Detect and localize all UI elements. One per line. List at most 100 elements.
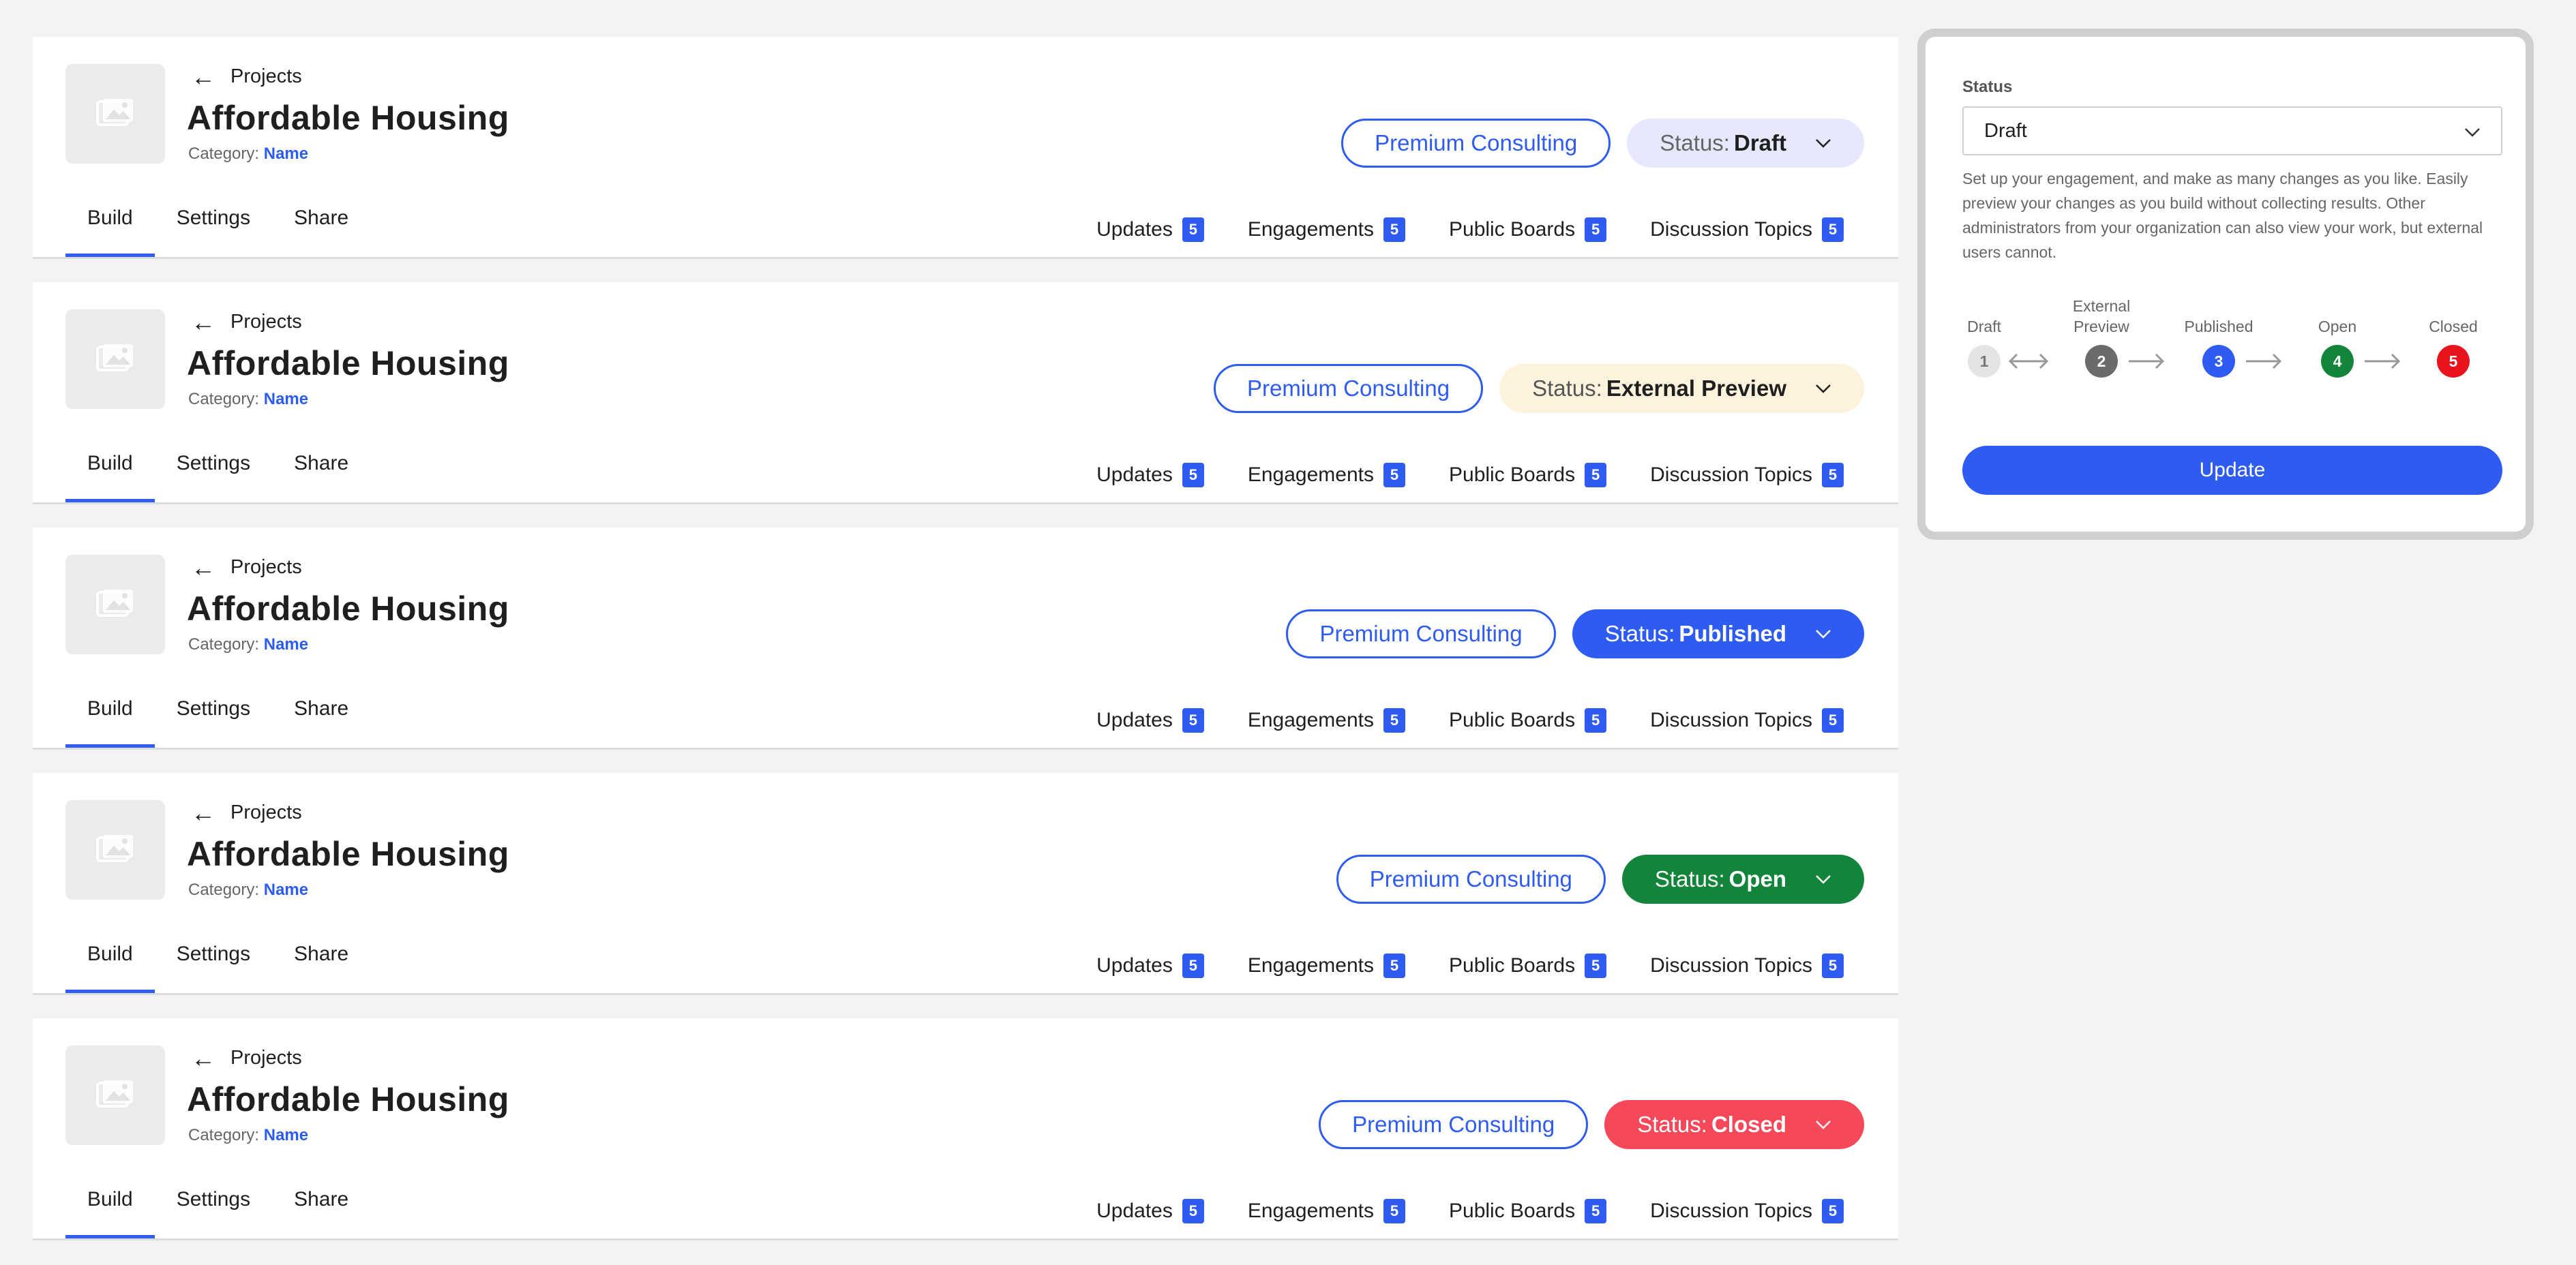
count-engagements[interactable]: Engagements 5 [1248, 463, 1405, 487]
status-prefix: Status: [1604, 621, 1675, 646]
card-actions: Premium Consulting Status: Closed [1319, 1100, 1864, 1149]
premium-consulting-button[interactable]: Premium Consulting [1286, 609, 1556, 658]
count-updates[interactable]: Updates 5 [1096, 1199, 1204, 1223]
count-badge: 5 [1822, 708, 1844, 733]
status-dropdown-button[interactable]: Status: External Preview [1499, 364, 1864, 413]
chevron-down-icon [1815, 874, 1831, 884]
tab-share[interactable]: Share [272, 690, 370, 748]
card-tabs: Build Settings Share [65, 936, 370, 993]
tab-settings[interactable]: Settings [155, 690, 272, 748]
count-badge: 5 [1383, 954, 1405, 978]
category-name-link[interactable]: Name [264, 635, 308, 654]
project-card: ← Projects Affordable Housing Category: … [33, 37, 1898, 259]
count-label: Engagements [1247, 218, 1374, 241]
image-placeholder-icon [65, 309, 165, 409]
back-label: Projects [230, 65, 302, 87]
status-description: Set up your engagement, and make as many… [1962, 170, 2483, 261]
category-name-link[interactable]: Name [264, 390, 308, 408]
back-link[interactable]: ← Projects [191, 800, 302, 825]
step-label: External Preview [2072, 297, 2131, 335]
premium-consulting-button[interactable]: Premium Consulting [1336, 855, 1606, 904]
tab-share[interactable]: Share [272, 936, 370, 993]
project-card: ← Projects Affordable Housing Category: … [33, 1018, 1898, 1240]
tab-share[interactable]: Share [272, 445, 370, 502]
count-badge: 5 [1585, 954, 1607, 978]
premium-consulting-button[interactable]: Premium Consulting [1319, 1100, 1589, 1149]
count-label: Updates [1096, 218, 1173, 241]
category-name-link[interactable]: Name [264, 1126, 308, 1144]
tab-build[interactable]: Build [65, 1181, 155, 1238]
card-tabs: Build Settings Share [65, 200, 370, 257]
status-value: External Preview [1606, 376, 1786, 401]
count-discussion-topics[interactable]: Discussion Topics 5 [1650, 708, 1844, 733]
tab-share[interactable]: Share [272, 200, 370, 257]
status-dropdown-button[interactable]: Status: Draft [1627, 119, 1864, 168]
count-discussion-topics[interactable]: Discussion Topics 5 [1650, 217, 1844, 242]
status-select[interactable]: Draft [1962, 106, 2502, 155]
back-label: Projects [230, 1047, 302, 1069]
count-engagements[interactable]: Engagements 5 [1248, 217, 1405, 242]
step-number: 1 [1968, 345, 2001, 378]
category-prefix: Category: [188, 881, 260, 899]
category-name-link[interactable]: Name [264, 881, 308, 899]
chevron-down-icon [2464, 120, 2481, 142]
back-label: Projects [230, 802, 302, 823]
tab-build[interactable]: Build [65, 690, 155, 748]
count-discussion-topics[interactable]: Discussion Topics 5 [1650, 463, 1844, 487]
back-link[interactable]: ← Projects [191, 555, 302, 579]
count-updates[interactable]: Updates 5 [1096, 708, 1204, 733]
back-link[interactable]: ← Projects [191, 309, 302, 334]
count-public-boards[interactable]: Public Boards 5 [1449, 217, 1607, 242]
status-dropdown-button[interactable]: Status: Published [1572, 609, 1864, 658]
arrow-right-icon [2242, 352, 2284, 374]
step-number: 2 [2085, 345, 2118, 378]
category-name-link[interactable]: Name [264, 144, 308, 163]
count-engagements[interactable]: Engagements 5 [1248, 954, 1405, 978]
tab-settings[interactable]: Settings [155, 1181, 272, 1238]
count-public-boards[interactable]: Public Boards 5 [1449, 463, 1607, 487]
back-label: Projects [230, 556, 302, 578]
status-steps: Draft 1 External Preview 2 Published 3 O… [1962, 296, 2508, 378]
step-label: Published [2184, 318, 2253, 335]
tab-settings[interactable]: Settings [155, 445, 272, 502]
arrow-left-icon: ← [191, 62, 215, 91]
count-discussion-topics[interactable]: Discussion Topics 5 [1650, 1199, 1844, 1223]
tab-share[interactable]: Share [272, 1181, 370, 1238]
card-actions: Premium Consulting Status: Published [1286, 609, 1864, 658]
tab-build[interactable]: Build [65, 936, 155, 993]
project-title: Affordable Housing [187, 835, 509, 873]
count-engagements[interactable]: Engagements 5 [1248, 1199, 1405, 1223]
category-line: Category: Name [188, 390, 308, 409]
back-link[interactable]: ← Projects [191, 62, 302, 91]
card-actions: Premium Consulting Status: Draft [1341, 119, 1864, 168]
count-badge: 5 [1585, 217, 1607, 242]
status-dropdown-button[interactable]: Status: Closed [1604, 1100, 1864, 1149]
double-arrow-icon [2007, 352, 2050, 374]
update-button[interactable]: Update [1962, 446, 2502, 495]
count-updates[interactable]: Updates 5 [1096, 954, 1204, 978]
count-engagements[interactable]: Engagements 5 [1248, 708, 1405, 733]
count-updates[interactable]: Updates 5 [1096, 217, 1204, 242]
premium-consulting-button[interactable]: Premium Consulting [1341, 119, 1611, 168]
card-tabs: Build Settings Share [65, 1181, 370, 1238]
step-label: Open [2318, 318, 2357, 335]
card-actions: Premium Consulting Status: External Prev… [1213, 364, 1864, 413]
count-public-boards[interactable]: Public Boards 5 [1449, 954, 1607, 978]
tab-build[interactable]: Build [65, 445, 155, 502]
tab-settings[interactable]: Settings [155, 200, 272, 257]
count-updates[interactable]: Updates 5 [1096, 463, 1204, 487]
count-public-boards[interactable]: Public Boards 5 [1449, 708, 1607, 733]
tab-build[interactable]: Build [65, 200, 155, 257]
card-counts: Updates 5 Engagements 5 Public Boards 5 … [1096, 1199, 1844, 1223]
status-prefix: Status: [1660, 130, 1730, 155]
count-label: Engagements [1247, 463, 1374, 486]
count-public-boards[interactable]: Public Boards 5 [1449, 1199, 1607, 1223]
premium-consulting-button[interactable]: Premium Consulting [1213, 364, 1484, 413]
category-line: Category: Name [188, 881, 308, 900]
status-value: Open [1728, 866, 1786, 891]
count-badge: 5 [1585, 708, 1607, 733]
count-discussion-topics[interactable]: Discussion Topics 5 [1650, 954, 1844, 978]
tab-settings[interactable]: Settings [155, 936, 272, 993]
back-link[interactable]: ← Projects [191, 1046, 302, 1070]
status-dropdown-button[interactable]: Status: Open [1621, 855, 1864, 904]
